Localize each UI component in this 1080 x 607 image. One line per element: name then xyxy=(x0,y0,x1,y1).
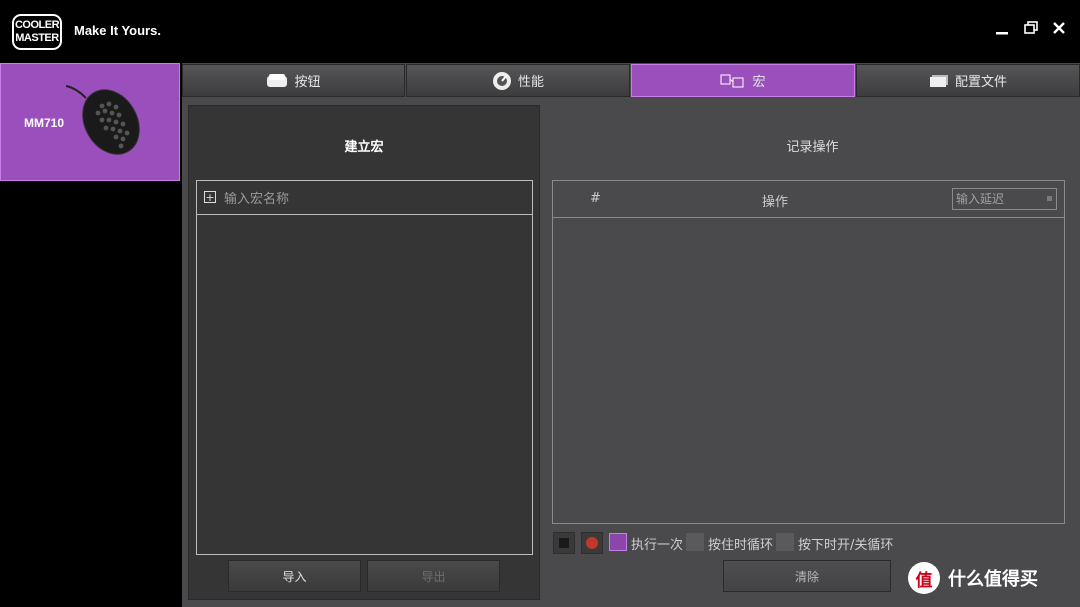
column-number: # xyxy=(590,191,601,206)
tab-performance[interactable]: 性能 xyxy=(406,64,630,97)
device-card[interactable]: MM710 xyxy=(0,63,180,181)
watermark-text: 什么值得买 xyxy=(948,569,1038,590)
add-macro-icon[interactable]: + xyxy=(204,191,216,203)
button-icon xyxy=(266,73,288,89)
tab-label: 性能 xyxy=(517,75,544,90)
watermark-logo-icon: 值 xyxy=(908,562,940,594)
stop-button[interactable] xyxy=(553,532,575,554)
cooler-master-logo: COOLER MASTER xyxy=(12,14,62,50)
close-icon[interactable] xyxy=(1049,20,1069,40)
tab-label: 按钮 xyxy=(294,75,321,90)
record-actions-title: 记录操作 xyxy=(786,140,839,155)
clear-button[interactable]: 清除 xyxy=(723,560,891,592)
restore-icon[interactable] xyxy=(1021,20,1041,40)
tab-profile[interactable]: 配置文件 xyxy=(856,64,1080,97)
macro-name-input[interactable] xyxy=(222,186,526,212)
option-toggle-loop-checkbox[interactable] xyxy=(776,533,794,551)
column-action: 操作 xyxy=(762,195,789,210)
record-icon xyxy=(586,537,598,549)
option-loop-while-held-label: 按住时循环 xyxy=(708,538,774,553)
import-button[interactable]: 导入 xyxy=(228,560,361,592)
option-loop-while-held-checkbox[interactable] xyxy=(686,533,704,551)
option-run-once-checkbox[interactable] xyxy=(609,533,627,551)
option-toggle-loop-label: 按下时开/关循环 xyxy=(798,538,894,553)
performance-icon xyxy=(492,71,512,91)
stop-icon xyxy=(559,538,569,548)
delay-stepper-icon[interactable] xyxy=(1047,196,1052,201)
delay-input[interactable] xyxy=(952,188,1057,210)
tab-macro[interactable]: 宏 xyxy=(631,64,855,97)
export-button[interactable]: 导出 xyxy=(367,560,500,592)
macro-icon xyxy=(720,74,746,88)
logo-text: COOLER MASTER xyxy=(14,19,60,44)
tab-label: 宏 xyxy=(752,75,766,90)
macro-list[interactable] xyxy=(196,180,533,555)
tab-buttons[interactable]: 按钮 xyxy=(182,64,405,97)
minimize-icon[interactable] xyxy=(992,20,1012,40)
watermark: 值 什么值得买 xyxy=(908,562,1038,594)
record-actions-table[interactable] xyxy=(552,180,1065,524)
mouse-icon xyxy=(66,85,140,155)
tagline: Make It Yours. xyxy=(74,23,161,38)
tab-label: 配置文件 xyxy=(954,75,1007,90)
option-run-once-label: 执行一次 xyxy=(631,538,684,553)
record-button[interactable] xyxy=(581,532,603,554)
create-macro-title: 建立宏 xyxy=(344,140,384,155)
profile-icon xyxy=(929,74,949,88)
device-name: MM710 xyxy=(24,116,65,130)
